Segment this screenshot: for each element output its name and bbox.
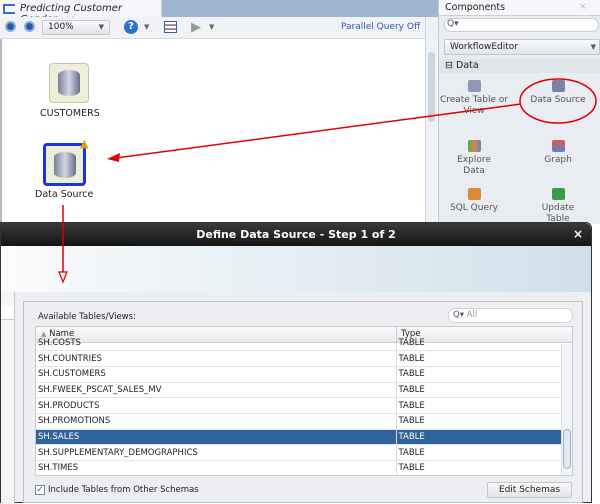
arrowhead-down-icon <box>58 271 68 284</box>
annotation-overlay <box>58 78 597 284</box>
annotation-arrow <box>115 103 522 159</box>
annotation-circle <box>519 78 597 124</box>
arrowhead-icon <box>107 153 120 162</box>
